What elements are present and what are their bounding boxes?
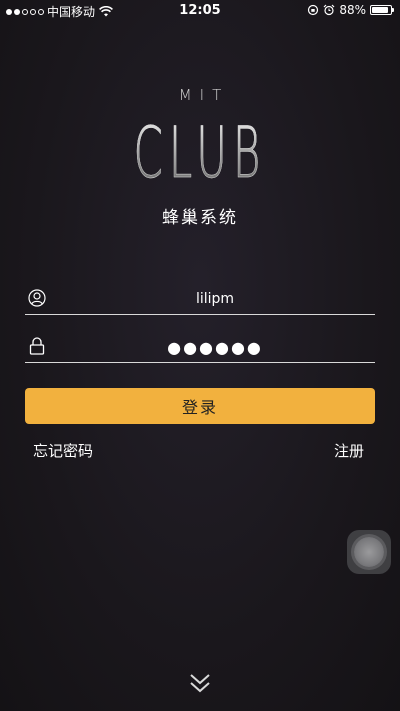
login-button[interactable]: 登录 bbox=[25, 388, 375, 424]
user-icon bbox=[28, 289, 46, 307]
logo-main-text: CLUB bbox=[80, 108, 320, 198]
username-field bbox=[25, 283, 375, 315]
status-bar: 中国移动 12:05 88% bbox=[0, 0, 400, 22]
battery-percent: 88% bbox=[339, 3, 366, 17]
register-link[interactable]: 注册 bbox=[334, 440, 364, 461]
battery-fill bbox=[372, 7, 388, 13]
username-input[interactable] bbox=[55, 286, 375, 312]
forgot-password-link[interactable]: 忘记密码 bbox=[33, 440, 93, 461]
password-input[interactable] bbox=[55, 334, 375, 360]
assistive-touch-icon bbox=[354, 537, 384, 567]
password-field bbox=[25, 331, 375, 363]
app-subtitle: 蜂巢系统 bbox=[162, 208, 238, 228]
alarm-icon bbox=[323, 4, 335, 16]
logo-top-text: MIT bbox=[178, 86, 230, 104]
status-right: 88% bbox=[307, 3, 394, 17]
battery-icon bbox=[370, 5, 394, 15]
double-chevron-down-icon[interactable] bbox=[188, 672, 212, 694]
lock-icon bbox=[29, 337, 45, 355]
assistive-touch-button[interactable] bbox=[347, 530, 391, 574]
login-screen: 中国移动 12:05 88% MIT CLUB 蜂巢系统 lilipm ●●●●… bbox=[0, 0, 400, 711]
orientation-lock-icon bbox=[308, 4, 319, 16]
